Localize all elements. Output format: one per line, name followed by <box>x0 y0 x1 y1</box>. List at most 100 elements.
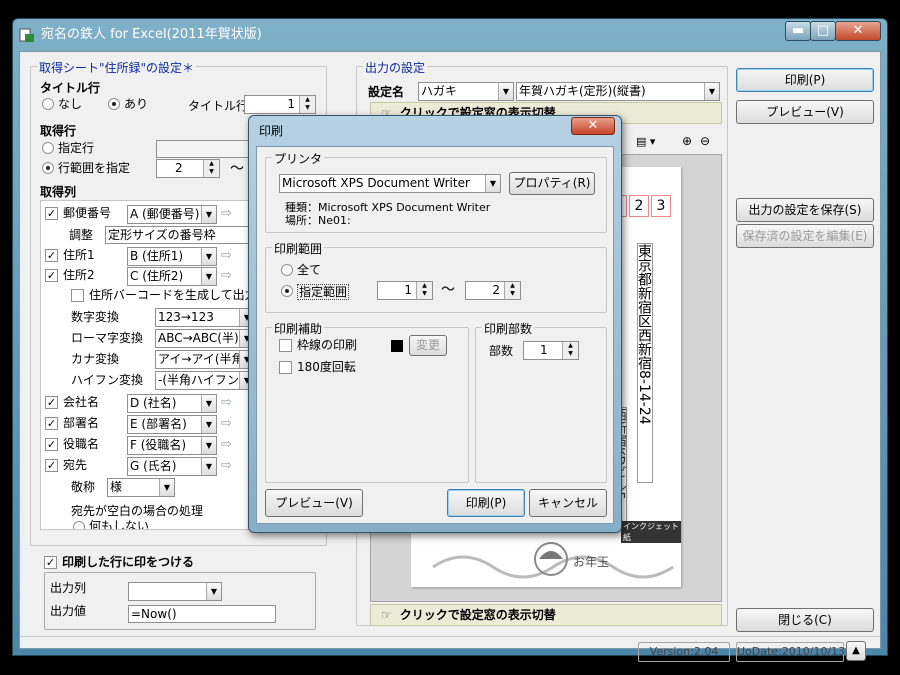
recipient-column-select[interactable]: G (氏名) ▼ <box>127 457 217 476</box>
otoshidama-label: お年玉 <box>573 555 610 569</box>
row-range-tilde: ～ <box>230 161 244 177</box>
radio-yes[interactable] <box>108 98 120 110</box>
company-checkbox[interactable]: ✓ <box>45 396 58 409</box>
title-arrow-icon: ⇨ <box>221 437 232 452</box>
mark-checkbox[interactable]: ✓ <box>44 556 57 569</box>
recipient-arrow-icon: ⇨ <box>221 458 232 473</box>
all-label: 全て <box>297 263 322 277</box>
company-label: 会社名 <box>63 395 100 409</box>
radio-specified-range[interactable] <box>281 285 293 297</box>
setting-name-select[interactable]: ハガキ ▼ <box>418 82 514 101</box>
barcode-label: 住所バーコードを生成して出力 <box>89 288 256 302</box>
rotate-checkbox[interactable] <box>279 361 292 374</box>
honorific-label: 敬称 <box>71 480 96 494</box>
dialog-print-button[interactable]: 印刷(P) <box>447 489 525 517</box>
address-vertical-line1: 東京都新宿区西新宿8-14-24 <box>636 243 653 483</box>
dialog-close-button[interactable]: ✕ <box>571 117 615 135</box>
maximize-button[interactable]: □ <box>810 21 836 41</box>
edit-saved-button[interactable]: 保存済の設定を編集(E) <box>736 224 874 248</box>
otoshidama-pattern-icon <box>432 542 674 579</box>
zoom-out-icon[interactable]: ⊖ <box>700 134 710 148</box>
range-group: 印刷範囲 <box>265 240 607 313</box>
radio-yes-label: あり <box>124 97 149 111</box>
adjust-field[interactable]: 定形サイズの番号枠 <box>105 226 255 244</box>
dialog-preview-button[interactable]: プレビュー(V) <box>265 489 363 517</box>
postal-digit: 3 <box>651 195 671 217</box>
num-conv-select[interactable]: 123→123 ▼ <box>155 308 255 327</box>
border-print-checkbox[interactable] <box>279 339 292 352</box>
printer-select[interactable]: Microsoft XPS Document Writer ▼ <box>279 174 501 193</box>
window-title: 宛名の鉄人 for Excel(2011年賀状版) <box>41 27 262 42</box>
radio-specified-row[interactable] <box>42 142 54 154</box>
radio-row-range[interactable] <box>42 162 54 174</box>
preview-button[interactable]: プレビュー(V) <box>736 100 874 124</box>
out-val-field[interactable]: =Now() <box>128 605 276 623</box>
dept-column-select[interactable]: E (部署名) ▼ <box>127 415 217 434</box>
minimize-button[interactable]: ▬ <box>785 21 811 41</box>
dept-checkbox[interactable]: ✓ <box>45 417 58 430</box>
status-divider <box>20 636 880 637</box>
copies-group-title: 印刷部数 <box>482 320 535 337</box>
dialog-title: 印刷 <box>259 124 284 138</box>
properties-button[interactable]: プロパティ(R) <box>509 172 595 195</box>
radio-all[interactable] <box>281 264 293 276</box>
addr1-label: 住所1 <box>63 248 95 262</box>
addr2-checkbox[interactable]: ✓ <box>45 269 58 282</box>
change-color-button[interactable]: 変更 <box>409 335 447 356</box>
postal-column-select[interactable]: A (郵便番号) ▼ <box>127 205 217 224</box>
title-bar[interactable]: 宛名の鉄人 for Excel(2011年賀状版) ▬ □ ✕ <box>13 19 887 51</box>
toggle-bar-bottom[interactable]: ☞ クリックで設定窓の表示切替 <box>370 604 722 626</box>
preview-toolbar: ▤ ▾ ⊕ ⊖ <box>626 132 722 152</box>
addr1-checkbox[interactable]: ✓ <box>45 249 58 262</box>
barcode-checkbox[interactable] <box>71 289 84 302</box>
roman-conv-label: ローマ字変換 <box>71 331 144 345</box>
range-tilde: ～ <box>441 282 455 298</box>
hyphen-conv-select[interactable]: -(半角ハイフン) ▼ <box>155 371 255 390</box>
out-col-label: 出力列 <box>50 581 87 595</box>
dialog-cancel-button[interactable]: キャンセル <box>529 489 607 517</box>
update-label: UoDate:2010/10/13 <box>736 642 845 662</box>
postal-label: 郵便番号 <box>63 206 112 220</box>
title-row-spinner[interactable]: 1 ▲ ▼ <box>244 95 316 114</box>
postal-digit: 2 <box>629 195 649 217</box>
copies-spinner[interactable]: 1 ▲ ▼ <box>523 341 579 360</box>
kana-conv-label: カナ変換 <box>71 352 120 366</box>
kana-conv-select[interactable]: アイ→アイ(半角一 ▼ <box>155 350 255 369</box>
postal-checkbox[interactable]: ✓ <box>45 207 58 220</box>
addr2-label: 住所2 <box>63 268 95 282</box>
postal-arrow-icon: ⇨ <box>221 206 232 221</box>
page-setup-icon[interactable]: ▤ ▾ <box>636 135 655 149</box>
save-settings-button[interactable]: 出力の設定を保存(S) <box>736 198 874 222</box>
addr1-column-select[interactable]: B (住所1) ▼ <box>127 247 217 266</box>
title-column-select[interactable]: F (役職名) ▼ <box>127 436 217 455</box>
addr1-arrow-icon: ⇨ <box>221 248 232 263</box>
title-label: 役職名 <box>63 437 100 451</box>
zoom-in-icon[interactable]: ⊕ <box>682 134 692 148</box>
recipient-checkbox[interactable]: ✓ <box>45 459 58 472</box>
print-button[interactable]: 印刷(P) <box>736 68 874 92</box>
mark-label: 印刷した行に印をつける <box>62 555 195 569</box>
border-print-label: 枠線の印刷 <box>297 338 358 352</box>
title-row-value: 1 <box>287 97 295 111</box>
scroll-up-button[interactable]: ▲ <box>846 641 866 661</box>
close-window-button[interactable]: ✕ <box>835 21 881 41</box>
range-from-spinner[interactable]: 1 ▲ ▼ <box>377 281 433 300</box>
out-col-select[interactable]: ▼ <box>128 582 222 601</box>
range-group-title: 印刷範囲 <box>272 240 325 257</box>
title-checkbox[interactable]: ✓ <box>45 438 58 451</box>
company-column-select[interactable]: D (社名) ▼ <box>127 394 217 413</box>
layout-select[interactable]: 年賀ハガキ(定形)(縦書) ▼ <box>516 82 720 101</box>
range-to-spinner[interactable]: 2 ▲ ▼ <box>465 281 521 300</box>
honorific-select[interactable]: 様 ▼ <box>107 478 175 497</box>
radio-blank-nothing[interactable] <box>73 521 85 529</box>
column-list[interactable]: ✓ 郵便番号 A (郵便番号) ▼ ⇨ 調整 定形サイズの番号枠 ✓ 住所1 B … <box>40 200 256 530</box>
roman-conv-select[interactable]: ABC→ABC(半) ▼ <box>155 329 255 348</box>
rotate-label: 180度回転 <box>297 360 356 374</box>
addr2-column-select[interactable]: C (住所2) ▼ <box>127 267 217 286</box>
num-conv-label: 数字変換 <box>71 310 120 324</box>
adjust-label: 調整 <box>69 228 94 242</box>
specified-range-label: 指定範囲 <box>297 284 350 300</box>
row-range-from-spinner[interactable]: 2 ▲ ▼ <box>156 159 220 178</box>
close-button[interactable]: 閉じる(C) <box>736 608 874 632</box>
radio-none[interactable] <box>42 98 54 110</box>
